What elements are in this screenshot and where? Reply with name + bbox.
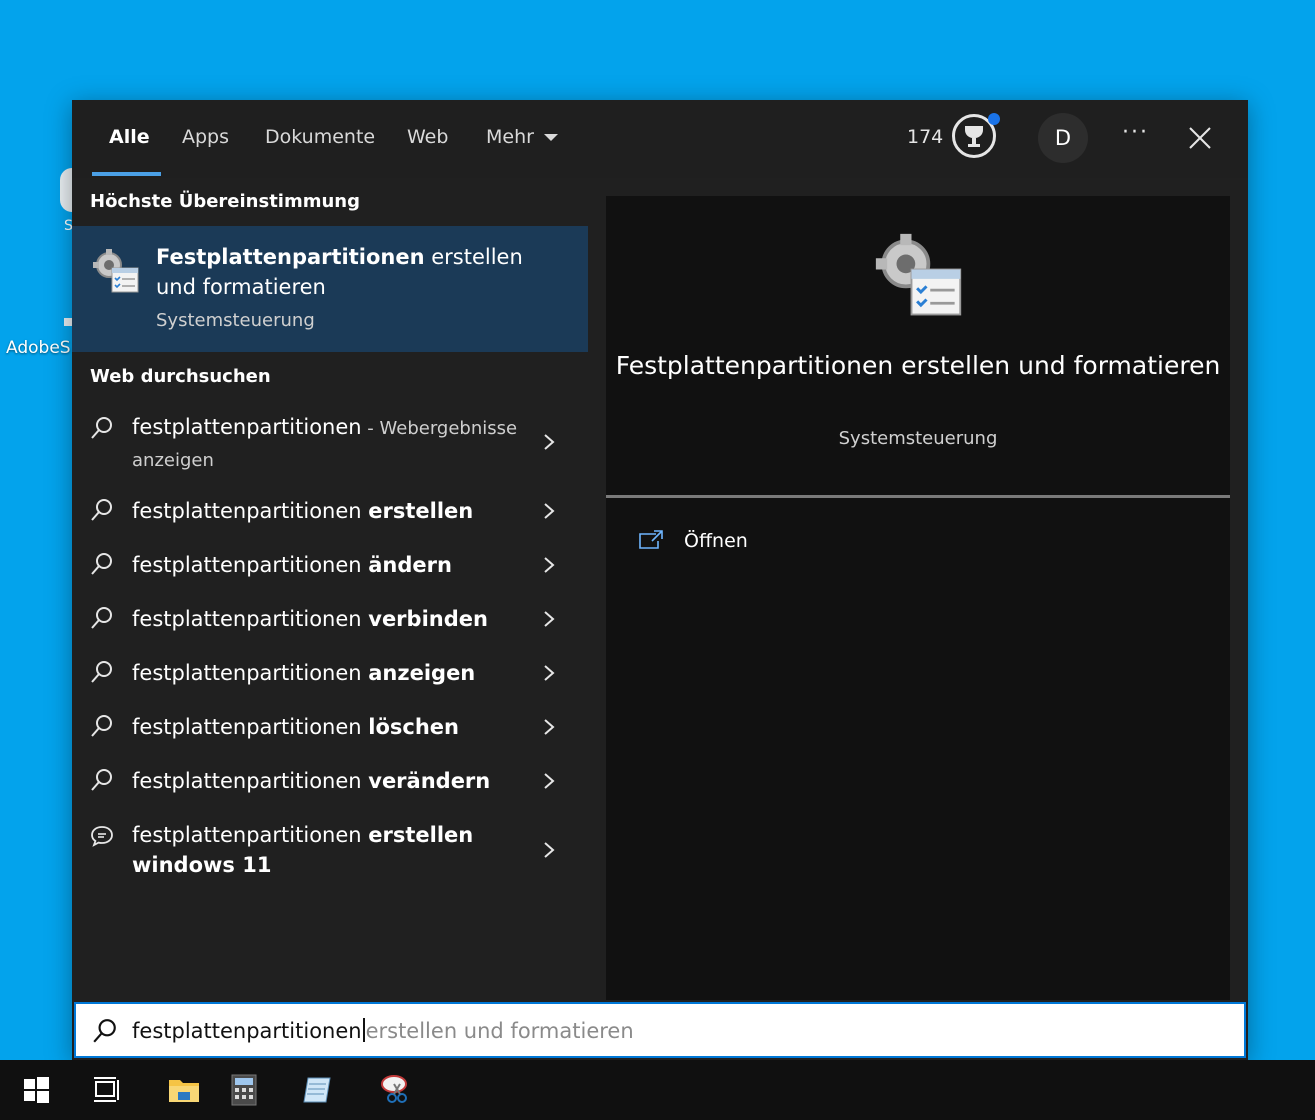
preview-divider <box>606 495 1230 498</box>
calculator-icon[interactable] <box>226 1072 262 1108</box>
web-result-text: festplattenpartitionen verändern <box>132 769 491 793</box>
open-action[interactable]: Öffnen <box>638 526 938 558</box>
preview-pane: Festplattenpartitionen erstellen und for… <box>606 196 1230 1000</box>
search-panel: Alle Apps Dokumente Web Mehr 174 D ··· H… <box>72 100 1248 1060</box>
search-icon <box>91 715 112 737</box>
tab-more[interactable]: Mehr <box>486 126 558 148</box>
active-tab-indicator <box>92 172 161 176</box>
tab-apps[interactable]: Apps <box>182 126 229 148</box>
chevron-right-icon <box>544 611 555 627</box>
web-result-row[interactable]: festplattenpartitionen anzeigen <box>72 656 588 692</box>
task-view-icon[interactable] <box>90 1072 126 1108</box>
control-panel-settings-icon <box>875 233 962 316</box>
search-typed-text: festplattenpartitionen <box>132 1019 362 1043</box>
search-icon <box>91 661 112 683</box>
tab-more-label: Mehr <box>486 126 534 148</box>
rewards-points: 174 <box>907 126 944 148</box>
best-match-title: Festplattenpartitionen erstellen und for… <box>156 245 523 299</box>
web-result-row[interactable]: festplattenpartitionen verbinden <box>72 602 588 638</box>
close-icon[interactable] <box>1186 124 1214 152</box>
web-result-text: festplattenpartitionen anzeigen <box>132 661 476 685</box>
web-result-text: festplattenpartitionen löschen <box>132 715 459 739</box>
search-icon <box>91 769 112 791</box>
search-query: festplattenpartitionen erstellen und form… <box>132 1018 634 1043</box>
chevron-right-icon <box>544 719 555 735</box>
chevron-right-icon <box>544 665 555 681</box>
web-result-row[interactable]: festplattenpartitionen erstellen <box>72 494 588 530</box>
search-icon <box>91 417 112 439</box>
search-icon <box>93 1019 116 1043</box>
tab-all[interactable]: Alle <box>109 126 150 148</box>
tab-web[interactable]: Web <box>407 126 448 148</box>
best-match-subtitle: Systemsteuerung <box>156 310 315 331</box>
web-result-text: festplattenpartitionen erstellen <box>132 499 474 523</box>
notepad-icon[interactable] <box>300 1072 336 1108</box>
search-icon <box>91 553 112 575</box>
web-result-row[interactable]: festplattenpartitionen erstellen windows… <box>72 818 588 884</box>
chat-icon <box>91 826 113 847</box>
open-action-label: Öffnen <box>684 530 748 552</box>
web-search-heading: Web durchsuchen <box>90 366 271 387</box>
web-result-text: festplattenpartitionen verbinden <box>132 607 488 631</box>
search-input[interactable]: festplattenpartitionen erstellen und form… <box>74 1002 1246 1058</box>
web-result-text: festplattenpartitionen - Webergebnisse a… <box>132 415 518 471</box>
avatar[interactable]: D <box>1038 113 1088 163</box>
more-options-icon[interactable]: ··· <box>1122 120 1149 145</box>
taskbar <box>0 1060 1315 1120</box>
windows-start-icon[interactable] <box>18 1072 54 1108</box>
file-explorer-icon[interactable] <box>166 1072 202 1108</box>
text-cursor <box>362 1018 365 1042</box>
chevron-right-icon <box>544 773 555 789</box>
preview-subtitle: Systemsteuerung <box>838 428 998 449</box>
rewards-trophy-icon[interactable] <box>952 113 1000 158</box>
chevron-down-icon <box>543 134 558 141</box>
web-result-row[interactable]: festplattenpartitionen verändern <box>72 764 588 800</box>
search-header: Alle Apps Dokumente Web Mehr 174 D ··· <box>72 100 1248 178</box>
control-panel-settings-icon <box>93 249 139 293</box>
open-external-icon <box>639 530 663 549</box>
desktop-icon-2-label: AdobeS <box>6 338 71 358</box>
web-result-row[interactable]: festplattenpartitionen löschen <box>72 710 588 746</box>
snipping-tool-icon[interactable] <box>378 1072 414 1108</box>
preview-title: Festplattenpartitionen erstellen und for… <box>615 351 1221 380</box>
best-match-result[interactable]: Festplattenpartitionen erstellen und for… <box>72 226 588 352</box>
web-result-row[interactable]: festplattenpartitionen ändern <box>72 548 588 584</box>
search-icon <box>91 499 112 521</box>
tab-documents[interactable]: Dokumente <box>265 126 375 148</box>
chevron-right-icon <box>544 557 555 573</box>
chevron-right-icon <box>544 434 555 450</box>
chevron-right-icon <box>544 503 555 519</box>
search-suggestion: erstellen und formatieren <box>365 1019 634 1043</box>
web-result-row[interactable]: festplattenpartitionen - Webergebnisse a… <box>72 410 588 476</box>
search-icon <box>91 607 112 629</box>
web-result-text: festplattenpartitionen ändern <box>132 553 452 577</box>
best-match-heading: Höchste Übereinstimmung <box>90 191 360 212</box>
chevron-right-icon <box>544 842 555 858</box>
web-result-text: festplattenpartitionen erstellen windows… <box>132 823 474 877</box>
notification-dot <box>988 113 1000 125</box>
